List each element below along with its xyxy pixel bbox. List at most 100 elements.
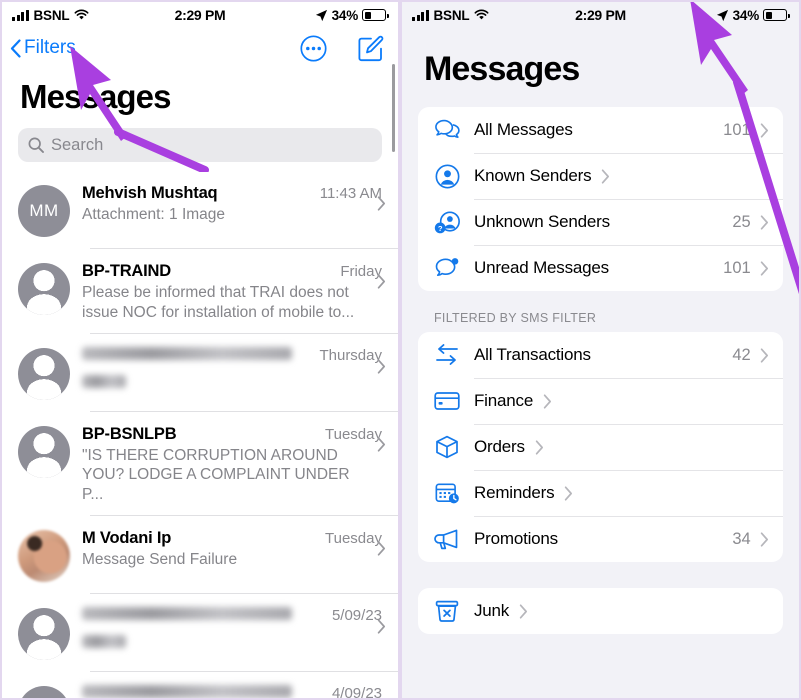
filter-group-junk[interactable]: Junk — [418, 588, 783, 634]
conversation-body: Mehvish Mushtaq 11:43 AM Attachment: 1 Ima… — [70, 180, 388, 225]
conversation-top-row: Thursday — [82, 346, 388, 364]
redacted-text — [82, 635, 126, 649]
two-bubbles-icon — [432, 118, 462, 142]
filter-row-unread-messages[interactable]: Unread Messages 101 — [418, 245, 783, 291]
conversation-body: BP-TRAIND Friday Please be informed that T… — [70, 258, 388, 323]
row-chevron — [377, 274, 386, 294]
conversation-top-row: M Vodani Ip Tuesday — [82, 529, 388, 548]
chevron-right-icon — [377, 437, 385, 452]
page-title-right: Messages — [424, 50, 580, 88]
filter-row-label: Reminders — [474, 483, 555, 502]
screenshot-root: BSNL 2:29 PM 34% Filters Messages Search… — [0, 0, 801, 700]
conversation-row[interactable]: BP-BSNLPB Tuesday "IS THERE CORRUPTION ARO… — [2, 410, 398, 515]
battery-percent-label: 34% — [732, 7, 760, 23]
conversation-row[interactable]: M Vodani Ip Tuesday Message Send Failure — [2, 515, 398, 593]
search-placeholder: Search — [51, 135, 104, 154]
row-chevron — [377, 437, 386, 457]
avatar — [18, 530, 70, 583]
filter-row-label: Finance — [474, 391, 534, 410]
battery-icon — [362, 9, 389, 21]
avatar — [18, 347, 70, 400]
chevron-left-icon — [10, 38, 21, 58]
left-phone-panel: BSNL 2:29 PM 34% Filters Messages Search… — [0, 0, 400, 700]
back-button-label: Filters — [24, 37, 76, 58]
redacted-text — [82, 374, 126, 388]
chevron-right-icon — [760, 122, 768, 138]
chevron-right-icon — [535, 439, 543, 455]
chevron-right-icon — [760, 214, 768, 230]
filter-row-label: All Messages — [474, 120, 573, 139]
location-arrow-icon — [716, 9, 728, 21]
filter-row-promotions[interactable]: Promotions 34 — [418, 516, 783, 562]
conversation-body: Thursday — [70, 343, 388, 388]
box-icon — [432, 435, 462, 459]
avatar — [18, 425, 70, 478]
filter-row-all-messages[interactable]: All Messages 101 — [418, 107, 783, 153]
conversation-name: M Vodani Ip — [82, 529, 172, 548]
filter-row-known-senders[interactable]: Known Senders — [418, 153, 783, 199]
back-button-filters[interactable]: Filters — [10, 37, 76, 59]
conversation-top-row: BP-TRAIND Friday — [82, 262, 388, 281]
filter-row-junk[interactable]: Junk — [418, 588, 783, 634]
filter-row-orders[interactable]: Orders — [418, 424, 783, 470]
chevron-right-icon — [760, 531, 768, 547]
conversation-top-row: BP-BSNLPB Tuesday — [82, 425, 388, 444]
compose-icon[interactable] — [357, 35, 384, 62]
filter-group-primary[interactable]: All Messages 101 Known Senders ? Unknown Sen… — [418, 107, 783, 291]
row-chevron — [377, 359, 386, 379]
chevron-right-icon — [760, 260, 768, 276]
conversation-row[interactable]: MM Mehvish Mushtaq 11:43 AM Attachment: 1 I… — [2, 170, 398, 248]
avatar — [18, 608, 70, 661]
filter-row-count: 25 — [732, 212, 751, 231]
person-question-icon: ? — [432, 210, 462, 235]
calendar-clock-icon — [432, 481, 462, 505]
conversation-body: BP-BSNLPB Tuesday "IS THERE CORRUPTION ARO… — [70, 421, 388, 505]
avatar: RK — [18, 686, 70, 698]
chevron-right-icon — [760, 347, 768, 363]
conversation-preview: Message Send Failure — [82, 551, 238, 569]
filter-group-sms[interactable]: All Transactions 42 Finance Orders Reminders… — [418, 332, 783, 562]
chevron-right-icon — [377, 541, 385, 556]
bubble-dot-icon — [432, 256, 462, 280]
ellipsis-circle-icon[interactable] — [300, 34, 327, 62]
conversation-name: Mehvish Mushtaq — [82, 184, 218, 202]
row-chevron — [535, 439, 558, 455]
redacted-name — [82, 685, 292, 698]
filter-row-label: All Transactions — [474, 345, 591, 364]
row-chevron — [377, 196, 386, 216]
filter-row-finance[interactable]: Finance — [418, 378, 783, 424]
search-input[interactable]: Search — [18, 128, 382, 162]
conversation-preview: Please be informed that TRAI does not is… — [82, 284, 355, 321]
conversation-row[interactable]: BP-TRAIND Friday Please be informed that T… — [2, 248, 398, 333]
scrollbar[interactable] — [391, 64, 395, 152]
conversation-list[interactable]: MM Mehvish Mushtaq 11:43 AM Attachment: 1 I… — [2, 170, 398, 698]
chevron-right-icon — [565, 485, 573, 501]
chevron-right-icon — [602, 168, 610, 184]
chevron-right-icon — [543, 393, 552, 409]
page-title-left: Messages — [20, 78, 171, 115]
avatar: MM — [18, 185, 70, 237]
filter-row-count: 101 — [723, 120, 751, 139]
filter-row-reminders[interactable]: Reminders — [418, 470, 783, 516]
filter-row-label: Known Senders — [474, 166, 592, 185]
conversation-row[interactable]: Thursday — [2, 332, 398, 411]
row-chevron — [564, 485, 587, 501]
row-chevron — [760, 531, 783, 547]
row-chevron — [377, 541, 386, 561]
conversation-name: BP-BSNLPB — [82, 424, 177, 443]
conversation-body: 5/09/23 — [70, 603, 388, 649]
chevron-right-icon — [377, 359, 385, 374]
battery-icon — [763, 9, 790, 21]
conversation-row[interactable]: RK4/09/23Message Send Failure — [2, 671, 398, 698]
row-chevron — [377, 619, 386, 639]
conversation-top-row: 5/09/23 — [82, 607, 388, 624]
filter-row-count: 34 — [732, 529, 751, 548]
megaphone-icon — [432, 528, 462, 550]
svg-text:?: ? — [437, 224, 442, 233]
search-container: Search — [2, 128, 398, 170]
transfer-arrows-icon — [432, 344, 462, 366]
filter-row-unknown-senders[interactable]: ? Unknown Senders 25 — [418, 199, 783, 245]
conversation-row[interactable]: 5/09/23 — [2, 593, 398, 671]
avatar — [18, 263, 70, 315]
filter-row-all-transactions[interactable]: All Transactions 42 — [418, 332, 783, 378]
